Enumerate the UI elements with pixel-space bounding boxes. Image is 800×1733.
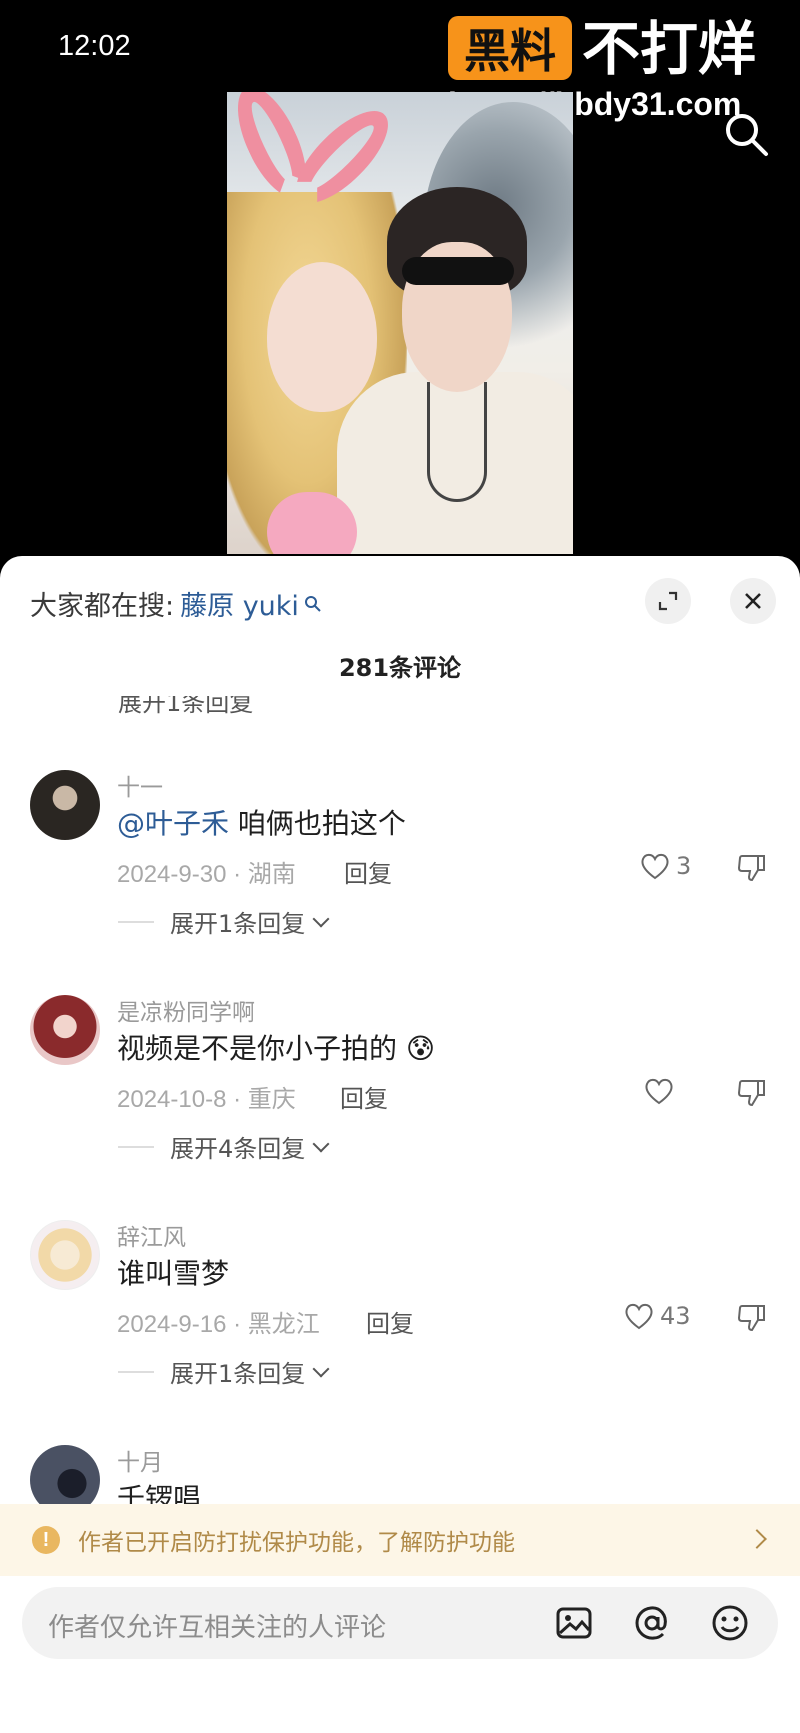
like-button[interactable]: 43 [624, 1302, 691, 1330]
expand-replies[interactable]: 展开1条回复 [118, 1354, 330, 1389]
dislike-icon[interactable] [736, 1302, 768, 1334]
comment-meta: 2024-9-30 · 湖南 [117, 861, 296, 888]
expand-replies-label: 展开4条回复 [170, 1135, 306, 1163]
fullscreen-button[interactable] [645, 578, 691, 624]
comment-author[interactable]: 是凉粉同学啊 [117, 993, 255, 1027]
comment-input-placeholder: 作者仅允许互相关注的人评论 [48, 1613, 387, 1643]
expand-replies-label: 展开1条回复 [170, 910, 306, 938]
video-sunglasses [402, 257, 514, 285]
status-time: 12:02 [58, 30, 131, 62]
comment-text: 视频是不是你小子拍的 😰 [117, 1027, 435, 1067]
notice-text: 作者已开启防打扰保护功能，了解防护功能 [78, 1530, 515, 1556]
reply-button[interactable]: 回复 [344, 854, 392, 889]
comment-meta: 2024-10-8 · 重庆 [117, 1086, 296, 1113]
dislike-icon[interactable] [736, 1077, 768, 1109]
reply-button[interactable]: 回复 [366, 1304, 414, 1339]
chevron-down-icon [312, 910, 330, 927]
warning-icon: ! [32, 1526, 60, 1554]
like-count: 3 [676, 852, 692, 880]
watermark-badge: 黑料 [448, 16, 572, 80]
expand-replies[interactable]: 展开4条回复 [118, 1129, 330, 1164]
image-icon[interactable] [554, 1603, 594, 1643]
comment-body: 咱俩也拍这个 [229, 807, 406, 840]
watermark-title: 不打烊 [582, 15, 757, 83]
search-suggestion-prefix: 大家都在搜: [30, 591, 175, 622]
close-icon [745, 593, 761, 609]
dislike-icon[interactable] [736, 852, 768, 884]
comment-meta: 2024-9-16 · 黑龙江 [117, 1311, 320, 1338]
comment-text: @叶子禾 咱俩也拍这个 [117, 802, 406, 842]
avatar[interactable] [30, 1445, 100, 1504]
protection-notice[interactable]: ! 作者已开启防打扰保护功能，了解防护功能 [0, 1504, 800, 1576]
like-button[interactable]: 3 [640, 852, 691, 880]
previous-expand-label: 展开1条回复 [118, 696, 254, 717]
expand-replies[interactable]: 展开1条回复 [118, 904, 330, 939]
comment-sheet: 大家都在搜: 藤原 yuki 281条评论 展开1条回复 十一 @叶子禾 咱俩也… [0, 556, 800, 1733]
comment-item: 十月 千锣唱 [0, 1443, 800, 1504]
video-necklace [427, 382, 487, 502]
search-suggestion[interactable]: 大家都在搜: 藤原 yuki [30, 584, 323, 623]
keyword-search-icon [304, 595, 321, 612]
avatar[interactable] [30, 995, 100, 1065]
heart-icon [645, 1078, 673, 1105]
previous-expand-replies[interactable]: 展开1条回复 [118, 696, 253, 718]
like-button[interactable] [644, 1077, 680, 1105]
comment-author[interactable]: 十一 [117, 768, 163, 802]
heart-icon [641, 853, 669, 880]
search-suggestion-keyword[interactable]: 藤原 yuki [180, 584, 299, 623]
comment-input[interactable]: 作者仅允许互相关注的人评论 [22, 1587, 778, 1659]
chevron-down-icon [312, 1360, 330, 1377]
divider [118, 920, 154, 923]
heart-icon [625, 1303, 653, 1330]
reply-button[interactable]: 回复 [340, 1079, 388, 1114]
comment-text: 千锣唱 [117, 1482, 202, 1504]
divider [118, 1370, 154, 1373]
video-frame[interactable] [227, 92, 573, 554]
comment-mention[interactable]: @叶子禾 [117, 807, 229, 840]
emoji-face-icon[interactable] [710, 1603, 750, 1643]
chevron-down-icon [312, 1135, 330, 1152]
comment-body: 视频是不是你小子拍的 [117, 1032, 398, 1065]
avatar[interactable] [30, 770, 100, 840]
search-icon[interactable] [722, 110, 770, 158]
expand-icon [658, 591, 678, 611]
at-mention-icon[interactable] [632, 1603, 672, 1643]
chevron-right-icon [747, 1529, 767, 1549]
avatar[interactable] [30, 1220, 100, 1290]
comment-author[interactable]: 十月 [117, 1443, 163, 1477]
close-button[interactable] [730, 578, 776, 624]
expand-replies-label: 展开1条回复 [170, 1360, 306, 1388]
divider [118, 1145, 154, 1148]
video-girl-face [267, 262, 377, 412]
comment-text: 谁叫雪梦 [117, 1257, 230, 1290]
comment-author[interactable]: 辞江风 [117, 1218, 186, 1252]
comment-count: 281条评论 [338, 654, 462, 682]
emoji-icon: 😰 [405, 1032, 436, 1065]
video-pink-outfit [267, 492, 357, 554]
like-count: 43 [660, 1302, 691, 1330]
